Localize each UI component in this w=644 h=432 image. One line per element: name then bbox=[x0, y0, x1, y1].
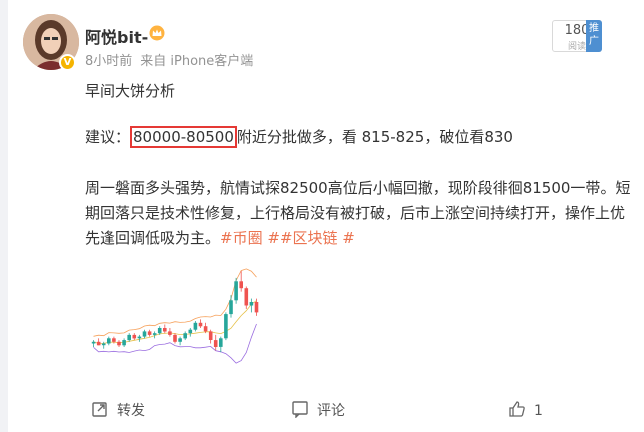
hashtag-coin[interactable]: #币圈 bbox=[220, 229, 263, 247]
candle-body bbox=[152, 333, 157, 335]
candle-body bbox=[101, 343, 106, 346]
advice-range-highlight: 80000-80500 bbox=[130, 126, 237, 148]
candle-body bbox=[91, 341, 96, 344]
thumbs-up-icon bbox=[509, 401, 525, 417]
candle-body bbox=[229, 300, 233, 315]
post-time[interactable]: 8小时前 bbox=[85, 54, 132, 69]
candle-body bbox=[107, 338, 111, 344]
repost-label: 转发 bbox=[117, 403, 145, 419]
candle-body bbox=[132, 334, 137, 339]
weibo-post-card: V 阿悦bit- 8小时前 来自 iPhone客户端 180 阅读 推广 早间大饼… bbox=[8, 0, 644, 432]
post-image-chart[interactable] bbox=[85, 258, 265, 380]
candle-body bbox=[193, 322, 198, 330]
like-button[interactable]: 1 bbox=[508, 400, 543, 419]
candle-body bbox=[163, 328, 167, 332]
username[interactable]: 阿悦bit- bbox=[85, 24, 148, 48]
candle-body bbox=[188, 329, 193, 334]
candle-body bbox=[178, 338, 182, 342]
promote-button[interactable]: 推广 bbox=[586, 20, 602, 52]
post-title: 早间大饼分析 bbox=[85, 82, 176, 100]
candle-body bbox=[183, 333, 187, 339]
candle-body bbox=[117, 341, 121, 346]
candle-body bbox=[198, 322, 203, 327]
candle-body bbox=[127, 334, 131, 341]
candle-body bbox=[244, 288, 249, 306]
comment-icon bbox=[292, 401, 308, 419]
candle-body bbox=[122, 340, 126, 346]
candle-body bbox=[203, 326, 208, 332]
candle-body bbox=[173, 334, 177, 342]
candle-body bbox=[142, 331, 147, 337]
candle-body bbox=[168, 331, 172, 335]
candle-body bbox=[249, 302, 254, 306]
verified-badge-icon: V bbox=[59, 54, 76, 71]
comment-label: 评论 bbox=[317, 403, 345, 419]
candle-body bbox=[112, 338, 116, 342]
repost-icon bbox=[92, 402, 107, 417]
candle-body bbox=[254, 302, 259, 313]
advice-line: 建议： 80000-80500 附近分批做多，看 815-825，破位看830 bbox=[85, 126, 513, 148]
hashtag-blockchain[interactable]: ##区块链 # bbox=[267, 229, 354, 247]
candle-body bbox=[208, 331, 213, 340]
post-meta: 8小时前 来自 iPhone客户端 bbox=[85, 50, 253, 69]
candle-body bbox=[147, 331, 152, 335]
candle-body bbox=[224, 314, 228, 339]
candle-body bbox=[157, 328, 162, 334]
post-paragraph: 周一磐面多头强势，航情试探82500高位后小幅回撤，现阶段徘徊81500一带。短… bbox=[85, 179, 631, 247]
candlestick-chart bbox=[91, 268, 259, 364]
post-body: 周一磐面多头强势，航情试探82500高位后小幅回撤，现阶段徘徊81500一带。短… bbox=[85, 176, 633, 251]
advice-prefix: 建议： bbox=[85, 128, 131, 146]
repost-button[interactable]: 转发 bbox=[91, 400, 145, 420]
crown-icon bbox=[149, 25, 165, 41]
like-count: 1 bbox=[534, 403, 543, 419]
candle-body bbox=[219, 338, 223, 347]
candle-body bbox=[234, 281, 238, 301]
comment-button[interactable]: 评论 bbox=[291, 400, 345, 420]
candle-body bbox=[213, 340, 218, 347]
candle-body bbox=[239, 281, 243, 289]
candle-body bbox=[137, 336, 142, 339]
candle-body bbox=[96, 341, 101, 346]
advice-suffix: 附近分批做多，看 815-825，破位看830 bbox=[236, 128, 513, 146]
post-source: 来自 iPhone客户端 bbox=[140, 54, 254, 69]
